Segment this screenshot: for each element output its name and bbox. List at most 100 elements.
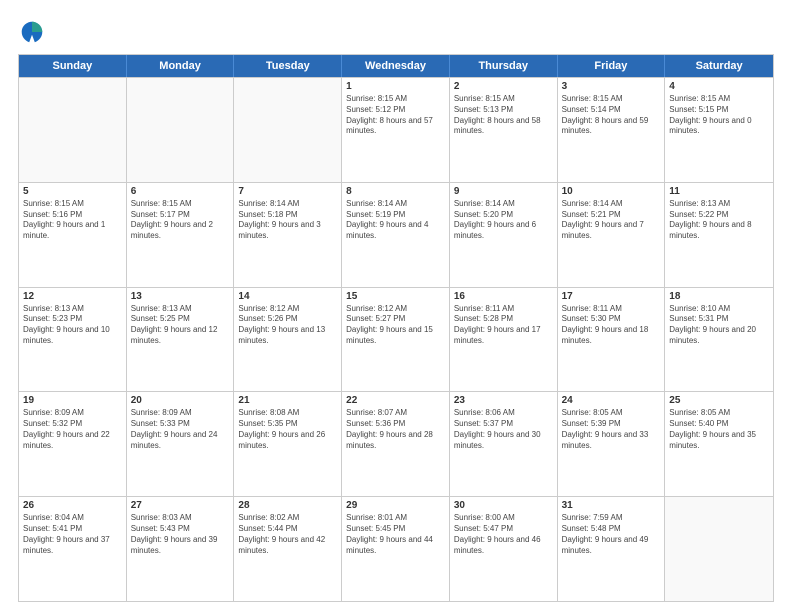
day-number: 2 xyxy=(454,81,553,92)
page: SundayMondayTuesdayWednesdayThursdayFrid… xyxy=(0,0,792,612)
calendar-row-2: 5 Sunrise: 8:15 AM Sunset: 5:16 PM Daylig… xyxy=(19,182,773,287)
day-info: Sunrise: 8:13 AM Sunset: 5:23 PM Dayligh… xyxy=(23,304,122,347)
day-cell-7: 7 Sunrise: 8:14 AM Sunset: 5:18 PM Daylig… xyxy=(234,183,342,287)
day-info: Sunrise: 8:08 AM Sunset: 5:35 PM Dayligh… xyxy=(238,408,337,451)
day-info: Sunrise: 8:14 AM Sunset: 5:21 PM Dayligh… xyxy=(562,199,661,242)
day-cell-22: 22Sunrise: 8:07 AM Sunset: 5:36 PM Dayli… xyxy=(342,392,450,496)
day-cell-30: 30Sunrise: 8:00 AM Sunset: 5:47 PM Dayli… xyxy=(450,497,558,601)
day-cell-26: 26 Sunrise: 8:04 AM Sunset: 5:41 PM Dayli… xyxy=(19,497,127,601)
day-cell-25: 25Sunrise: 8:05 AM Sunset: 5:40 PM Dayli… xyxy=(665,392,773,496)
day-info: Sunrise: 8:11 AM Sunset: 5:28 PM Dayligh… xyxy=(454,304,553,347)
day-cell-19: 19Sunrise: 8:09 AM Sunset: 5:32 PM Dayli… xyxy=(19,392,127,496)
day-cell-24: 24Sunrise: 8:05 AM Sunset: 5:39 PM Dayli… xyxy=(558,392,666,496)
day-number: 1 xyxy=(346,81,445,92)
day-cell-13: 13 Sunrise: 8:13 AM Sunset: 5:25 PM Dayli… xyxy=(127,288,235,392)
day-info: Sunrise: 8:15 AM Sunset: 5:13 PM Dayligh… xyxy=(454,94,553,137)
day-info: Sunrise: 8:13 AM Sunset: 5:25 PM Dayligh… xyxy=(131,304,230,347)
logo xyxy=(18,18,50,46)
calendar-row-1: 1 Sunrise: 8:15 AM Sunset: 5:12 PM Daylig… xyxy=(19,77,773,182)
header-day-wednesday: Wednesday xyxy=(342,55,450,77)
day-number: 7 xyxy=(238,186,337,197)
day-cell-31: 31Sunrise: 7:59 AM Sunset: 5:48 PM Dayli… xyxy=(558,497,666,601)
day-cell-5: 5 Sunrise: 8:15 AM Sunset: 5:16 PM Daylig… xyxy=(19,183,127,287)
calendar: SundayMondayTuesdayWednesdayThursdayFrid… xyxy=(18,54,774,602)
day-number: 22 xyxy=(346,395,445,406)
day-number: 28 xyxy=(238,500,337,511)
day-cell-1: 1 Sunrise: 8:15 AM Sunset: 5:12 PM Daylig… xyxy=(342,78,450,182)
day-cell-3: 3 Sunrise: 8:15 AM Sunset: 5:14 PM Daylig… xyxy=(558,78,666,182)
day-info: Sunrise: 8:15 AM Sunset: 5:14 PM Dayligh… xyxy=(562,94,661,137)
day-cell-23: 23 Sunrise: 8:06 AM Sunset: 5:37 PM Dayli… xyxy=(450,392,558,496)
day-info: Sunrise: 8:12 AM Sunset: 5:26 PM Dayligh… xyxy=(238,304,337,347)
day-number: 3 xyxy=(562,81,661,92)
day-cell-6: 6 Sunrise: 8:15 AM Sunset: 5:17 PM Daylig… xyxy=(127,183,235,287)
day-cell-8: 8Sunrise: 8:14 AM Sunset: 5:19 PM Daylig… xyxy=(342,183,450,287)
day-info: Sunrise: 8:05 AM Sunset: 5:40 PM Dayligh… xyxy=(669,408,769,451)
header-day-monday: Monday xyxy=(127,55,235,77)
day-info: Sunrise: 8:00 AM Sunset: 5:47 PM Dayligh… xyxy=(454,513,553,556)
empty-cell xyxy=(665,497,773,601)
day-number: 16 xyxy=(454,291,553,302)
day-number: 26 xyxy=(23,500,122,511)
day-info: Sunrise: 8:05 AM Sunset: 5:39 PM Dayligh… xyxy=(562,408,661,451)
day-number: 6 xyxy=(131,186,230,197)
day-cell-16: 16 Sunrise: 8:11 AM Sunset: 5:28 PM Dayli… xyxy=(450,288,558,392)
day-number: 11 xyxy=(669,186,769,197)
day-info: Sunrise: 8:01 AM Sunset: 5:45 PM Dayligh… xyxy=(346,513,445,556)
day-number: 13 xyxy=(131,291,230,302)
day-info: Sunrise: 8:09 AM Sunset: 5:33 PM Dayligh… xyxy=(131,408,230,451)
day-info: Sunrise: 8:15 AM Sunset: 5:16 PM Dayligh… xyxy=(23,199,122,242)
day-info: Sunrise: 8:04 AM Sunset: 5:41 PM Dayligh… xyxy=(23,513,122,556)
day-cell-2: 2 Sunrise: 8:15 AM Sunset: 5:13 PM Daylig… xyxy=(450,78,558,182)
day-number: 20 xyxy=(131,395,230,406)
day-info: Sunrise: 8:02 AM Sunset: 5:44 PM Dayligh… xyxy=(238,513,337,556)
day-cell-18: 18 Sunrise: 8:10 AM Sunset: 5:31 PM Dayli… xyxy=(665,288,773,392)
day-number: 27 xyxy=(131,500,230,511)
empty-cell xyxy=(234,78,342,182)
calendar-header: SundayMondayTuesdayWednesdayThursdayFrid… xyxy=(19,55,773,77)
calendar-row-5: 26 Sunrise: 8:04 AM Sunset: 5:41 PM Dayli… xyxy=(19,496,773,601)
day-cell-11: 11 Sunrise: 8:13 AM Sunset: 5:22 PM Dayli… xyxy=(665,183,773,287)
day-info: Sunrise: 8:13 AM Sunset: 5:22 PM Dayligh… xyxy=(669,199,769,242)
logo-icon xyxy=(18,18,46,46)
day-cell-21: 21 Sunrise: 8:08 AM Sunset: 5:35 PM Dayli… xyxy=(234,392,342,496)
day-number: 17 xyxy=(562,291,661,302)
day-info: Sunrise: 8:10 AM Sunset: 5:31 PM Dayligh… xyxy=(669,304,769,347)
day-cell-29: 29Sunrise: 8:01 AM Sunset: 5:45 PM Dayli… xyxy=(342,497,450,601)
day-number: 15 xyxy=(346,291,445,302)
day-info: Sunrise: 8:15 AM Sunset: 5:15 PM Dayligh… xyxy=(669,94,769,137)
header-day-thursday: Thursday xyxy=(450,55,558,77)
day-number: 5 xyxy=(23,186,122,197)
day-cell-20: 20 Sunrise: 8:09 AM Sunset: 5:33 PM Dayli… xyxy=(127,392,235,496)
day-info: Sunrise: 8:03 AM Sunset: 5:43 PM Dayligh… xyxy=(131,513,230,556)
day-info: Sunrise: 8:12 AM Sunset: 5:27 PM Dayligh… xyxy=(346,304,445,347)
header-day-sunday: Sunday xyxy=(19,55,127,77)
header-day-tuesday: Tuesday xyxy=(234,55,342,77)
day-info: Sunrise: 8:14 AM Sunset: 5:18 PM Dayligh… xyxy=(238,199,337,242)
calendar-body: 1 Sunrise: 8:15 AM Sunset: 5:12 PM Daylig… xyxy=(19,77,773,601)
day-cell-28: 28 Sunrise: 8:02 AM Sunset: 5:44 PM Dayli… xyxy=(234,497,342,601)
day-cell-14: 14 Sunrise: 8:12 AM Sunset: 5:26 PM Dayli… xyxy=(234,288,342,392)
day-info: Sunrise: 8:06 AM Sunset: 5:37 PM Dayligh… xyxy=(454,408,553,451)
empty-cell xyxy=(19,78,127,182)
day-number: 9 xyxy=(454,186,553,197)
day-cell-4: 4Sunrise: 8:15 AM Sunset: 5:15 PM Daylig… xyxy=(665,78,773,182)
calendar-row-3: 12 Sunrise: 8:13 AM Sunset: 5:23 PM Dayli… xyxy=(19,287,773,392)
day-info: Sunrise: 8:14 AM Sunset: 5:20 PM Dayligh… xyxy=(454,199,553,242)
day-number: 18 xyxy=(669,291,769,302)
empty-cell xyxy=(127,78,235,182)
day-number: 19 xyxy=(23,395,122,406)
day-info: Sunrise: 8:15 AM Sunset: 5:12 PM Dayligh… xyxy=(346,94,445,137)
day-number: 21 xyxy=(238,395,337,406)
day-info: Sunrise: 8:15 AM Sunset: 5:17 PM Dayligh… xyxy=(131,199,230,242)
day-number: 14 xyxy=(238,291,337,302)
header-day-friday: Friday xyxy=(558,55,666,77)
calendar-row-4: 19Sunrise: 8:09 AM Sunset: 5:32 PM Dayli… xyxy=(19,391,773,496)
day-cell-27: 27 Sunrise: 8:03 AM Sunset: 5:43 PM Dayli… xyxy=(127,497,235,601)
day-number: 31 xyxy=(562,500,661,511)
day-number: 10 xyxy=(562,186,661,197)
day-number: 23 xyxy=(454,395,553,406)
day-cell-17: 17Sunrise: 8:11 AM Sunset: 5:30 PM Dayli… xyxy=(558,288,666,392)
day-info: Sunrise: 8:14 AM Sunset: 5:19 PM Dayligh… xyxy=(346,199,445,242)
day-number: 12 xyxy=(23,291,122,302)
